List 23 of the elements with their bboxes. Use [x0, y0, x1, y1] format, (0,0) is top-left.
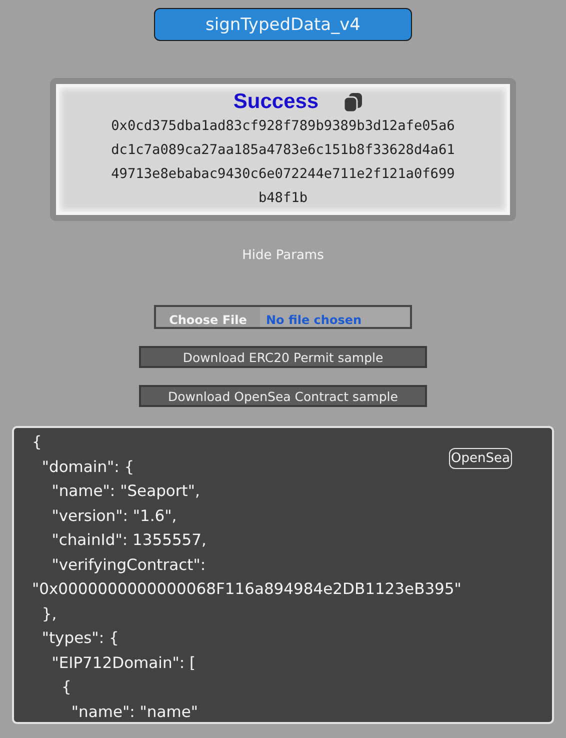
code-line: "domain": { — [40, 456, 134, 478]
signature-text: 0x0cd375dba1ad83cf928f789b9389b3d12afe05a6dc1c7a089ca27aa185a4783e6c151b8f33628d4a6149713e8ebabac9430c6e072244e711e2f121a0f699b48f1b — [111, 117, 455, 208]
code-line: }, — [40, 604, 57, 624]
file-status-text: No file chosen — [266, 313, 362, 327]
code-line: "EIP712Domain": [ — [50, 652, 196, 674]
file-input[interactable]: Choose File No file chosen — [154, 305, 412, 329]
hide-params-link[interactable]: Hide Params — [240, 246, 326, 265]
code-line: "types": { — [40, 628, 119, 649]
code-line: { — [32, 432, 42, 453]
code-line: "name": "name" — [70, 702, 198, 722]
code-line: { — [60, 677, 72, 698]
status-text: Success — [233, 90, 319, 114]
method-button[interactable]: signTypedData_v4 — [154, 8, 412, 41]
code-line: "name": "Seaport", — [50, 481, 200, 502]
code-line: "version": "1.6", — [50, 506, 177, 526]
preset-button[interactable]: OpenSea — [449, 448, 512, 469]
copy-icon[interactable] — [342, 92, 363, 112]
code-line: "chainId": 1355557, — [50, 530, 206, 551]
download-button[interactable]: Download OpenSea Contract sample — [139, 385, 427, 407]
code-line: "verifyingContract": — [50, 554, 206, 576]
download-button[interactable]: Download ERC20 Permit sample — [139, 346, 427, 368]
choose-file-button[interactable]: Choose File — [156, 307, 260, 327]
code-line: "0x0000000000000068F116a894984e2DB1123eB395" — [32, 579, 462, 600]
